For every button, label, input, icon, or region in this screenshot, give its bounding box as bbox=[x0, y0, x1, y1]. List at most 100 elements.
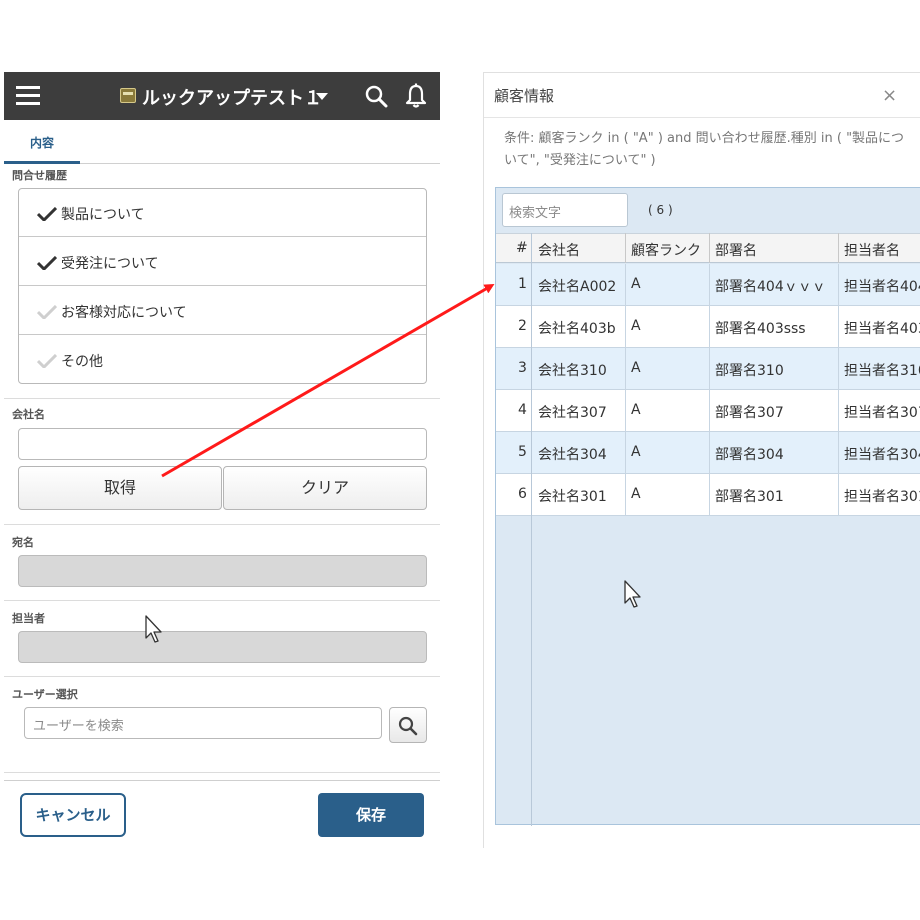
recipient-label: 宛名 bbox=[12, 536, 34, 549]
app-title[interactable]: ルックアップテスト１ bbox=[142, 84, 322, 110]
column-header-person[interactable]: 担当者名 bbox=[844, 240, 900, 260]
check-icon bbox=[37, 256, 57, 270]
cell-person: 担当者名301 bbox=[844, 489, 920, 505]
cell-rank: A bbox=[631, 486, 641, 502]
history-item-product[interactable]: 製品について bbox=[19, 189, 426, 237]
history-item-customer-support[interactable]: お客様対応について bbox=[19, 287, 426, 335]
check-icon bbox=[37, 305, 57, 319]
save-button[interactable]: 保存 bbox=[318, 793, 424, 837]
person-label: 担当者 bbox=[12, 612, 45, 625]
app-icon bbox=[120, 88, 136, 103]
grid-search-input[interactable]: 検索文字 bbox=[502, 193, 628, 227]
tab-content[interactable]: 内容 bbox=[4, 120, 80, 164]
divider bbox=[4, 524, 440, 525]
history-label: 問合せ履歴 bbox=[12, 169, 67, 182]
cell-dept: 部署名307 bbox=[715, 405, 784, 421]
get-button[interactable]: 取得 bbox=[18, 466, 222, 510]
column-divider bbox=[709, 233, 710, 263]
user-search-placeholder: ユーザーを検索 bbox=[33, 719, 124, 734]
row-number: 5 bbox=[518, 444, 527, 460]
column-divider bbox=[709, 264, 710, 516]
cell-rank: A bbox=[631, 276, 641, 292]
caret-down-icon[interactable] bbox=[316, 93, 328, 100]
filter-condition: 条件: 顧客ランク in ( "A" ) and 問い合わせ履歴.種別 in (… bbox=[504, 131, 905, 168]
cell-company: 会社名307 bbox=[538, 405, 607, 421]
mouse-cursor-icon bbox=[145, 615, 162, 643]
user-search-button[interactable] bbox=[389, 707, 427, 743]
table-row[interactable]: 1 会社名A002 A 部署名404ｖｖｖ 担当者名404 bbox=[496, 264, 920, 306]
result-count: ( 6 ) bbox=[648, 203, 673, 217]
cell-company: 会社名A002 bbox=[538, 279, 617, 295]
grid-header-row: # 会社名 顧客ランク 部署名 担当者名 bbox=[496, 233, 920, 263]
cell-person: 担当者名304 bbox=[844, 447, 920, 463]
history-item-other[interactable]: その他 bbox=[19, 336, 426, 384]
company-label: 会社名 bbox=[12, 408, 45, 421]
cell-person: 担当者名307 bbox=[844, 405, 920, 421]
table-row[interactable]: 5 会社名304 A 部署名304 担当者名304 bbox=[496, 432, 920, 474]
search-icon bbox=[398, 716, 418, 736]
cell-person: 担当者名310 bbox=[844, 363, 920, 379]
cell-rank: A bbox=[631, 360, 641, 376]
divider bbox=[4, 676, 440, 677]
cell-dept: 部署名310 bbox=[715, 363, 784, 379]
table-row[interactable]: 4 会社名307 A 部署名307 担当者名307 bbox=[496, 390, 920, 432]
row-number: 6 bbox=[518, 486, 527, 502]
table-row[interactable]: 3 会社名310 A 部署名310 担当者名310 bbox=[496, 348, 920, 390]
check-icon bbox=[37, 354, 57, 368]
row-number: 3 bbox=[518, 360, 527, 376]
history-item-label: 製品について bbox=[61, 207, 145, 223]
cell-dept: 部署名304 bbox=[715, 447, 784, 463]
column-divider bbox=[838, 233, 839, 263]
column-header-rank[interactable]: 顧客ランク bbox=[631, 240, 701, 260]
cell-dept: 部署名404ｖｖｖ bbox=[715, 279, 826, 295]
column-divider bbox=[838, 264, 839, 516]
cell-dept: 部署名403sss bbox=[715, 321, 806, 337]
cell-person: 担当者名404 bbox=[844, 279, 920, 295]
column-divider bbox=[531, 233, 532, 826]
cell-company: 会社名301 bbox=[538, 489, 607, 505]
bell-icon[interactable] bbox=[404, 83, 428, 109]
cell-person: 担当者名403 bbox=[844, 321, 920, 337]
history-item-label: その他 bbox=[61, 354, 103, 370]
cell-rank: A bbox=[631, 318, 641, 334]
cancel-button[interactable]: キャンセル bbox=[20, 793, 126, 837]
column-divider bbox=[625, 264, 626, 516]
check-icon bbox=[37, 207, 57, 221]
clear-button[interactable]: クリア bbox=[223, 466, 427, 510]
user-search-input[interactable]: ユーザーを検索 bbox=[24, 707, 382, 739]
column-header-number: # bbox=[516, 240, 528, 256]
customer-lookup-dialog: 顧客情報 × 条件: 顧客ランク in ( "A" ) and 問い合わせ履歴.… bbox=[483, 72, 920, 848]
column-header-dept[interactable]: 部署名 bbox=[715, 240, 757, 260]
app-header: ルックアップテスト１ bbox=[4, 72, 440, 120]
search-icon[interactable] bbox=[364, 84, 388, 108]
column-divider bbox=[625, 233, 626, 263]
history-checkbox-list: 製品について 受発注について お客様対応について その他 bbox=[18, 188, 427, 384]
divider bbox=[4, 772, 440, 773]
row-number: 4 bbox=[518, 402, 527, 418]
divider bbox=[4, 600, 440, 601]
table-row[interactable]: 2 会社名403b A 部署名403sss 担当者名403 bbox=[496, 306, 920, 348]
cell-company: 会社名403b bbox=[538, 321, 616, 337]
close-icon[interactable]: × bbox=[882, 85, 897, 106]
person-field bbox=[18, 631, 427, 663]
table-row[interactable]: 6 会社名301 A 部署名301 担当者名301 bbox=[496, 474, 920, 516]
divider bbox=[4, 398, 440, 399]
history-item-order[interactable]: 受発注について bbox=[19, 238, 426, 286]
user-select-label: ユーザー選択 bbox=[12, 688, 78, 701]
cell-dept: 部署名301 bbox=[715, 489, 784, 505]
cell-company: 会社名304 bbox=[538, 447, 607, 463]
cell-rank: A bbox=[631, 402, 641, 418]
divider bbox=[484, 117, 920, 118]
results-grid: 検索文字 ( 6 ) # 会社名 顧客ランク 部署名 担当者名 1 会社名A00… bbox=[495, 187, 920, 826]
history-item-label: 受発注について bbox=[61, 256, 159, 272]
history-item-label: お客様対応について bbox=[61, 305, 187, 321]
column-header-company[interactable]: 会社名 bbox=[538, 240, 580, 260]
hamburger-menu-icon[interactable] bbox=[16, 85, 40, 107]
company-input[interactable] bbox=[18, 428, 427, 460]
cell-rank: A bbox=[631, 444, 641, 460]
mobile-form-panel: ルックアップテスト１ 内容 問合せ履歴 製品について 受発注について お客様対応… bbox=[4, 72, 440, 848]
row-number: 2 bbox=[518, 318, 527, 334]
dialog-title: 顧客情報 bbox=[494, 87, 555, 105]
mouse-cursor-icon bbox=[624, 580, 641, 608]
cell-company: 会社名310 bbox=[538, 363, 607, 379]
